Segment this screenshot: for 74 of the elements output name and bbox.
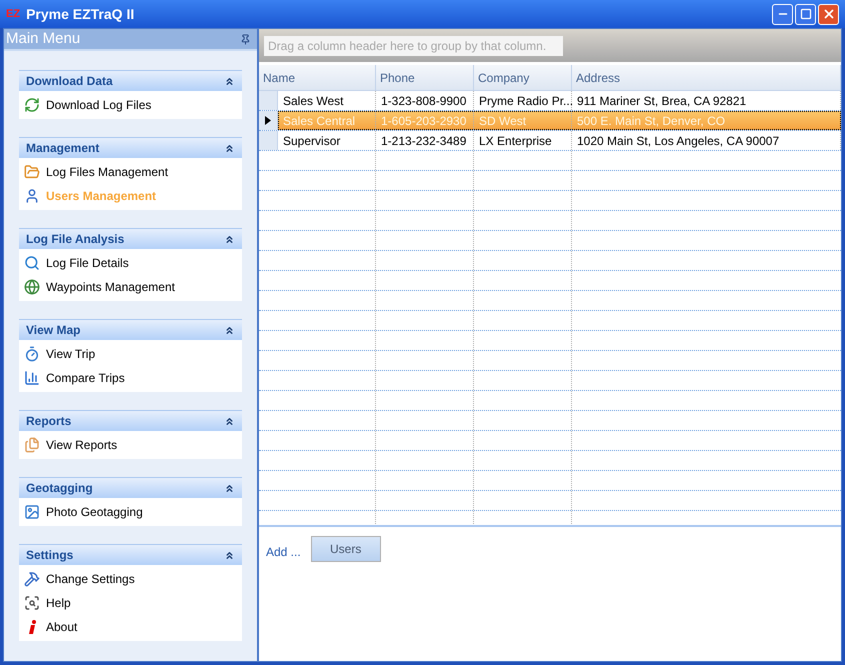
panel-title: Main Menu bbox=[6, 28, 80, 49]
menu-item[interactable]: Change Settings bbox=[19, 567, 242, 591]
table-row[interactable]: Supervisor 1-213-232-3489 LX Enterprise 1020 Main St, Los Angeles, CA 90007 bbox=[278, 131, 841, 150]
table-cell: 1-323-808-9900 bbox=[376, 91, 474, 110]
group-title: Log File Analysis bbox=[26, 231, 124, 248]
menu-item[interactable]: About bbox=[19, 615, 242, 639]
table-cell: 1020 Main St, Los Angeles, CA 90007 bbox=[572, 131, 841, 150]
table-cell: LX Enterprise bbox=[474, 131, 572, 150]
table-row[interactable]: Sales West 1-323-808-9900 Pryme Radio Pr... 911 Mariner St, Brea, CA 92821 bbox=[278, 91, 841, 110]
collapse-icon[interactable] bbox=[224, 550, 235, 560]
collapse-icon[interactable] bbox=[224, 416, 235, 426]
bar-chart-icon bbox=[24, 370, 40, 386]
user-icon bbox=[24, 188, 40, 204]
stopwatch-icon bbox=[24, 346, 40, 362]
group-header[interactable]: Management bbox=[19, 137, 242, 158]
group-header[interactable]: Settings bbox=[19, 544, 242, 565]
collapse-icon[interactable] bbox=[224, 234, 235, 244]
folder-icon bbox=[24, 164, 40, 180]
menu-item[interactable]: Photo Geotagging bbox=[19, 500, 242, 524]
menu-item[interactable]: Log Files Management bbox=[19, 160, 242, 184]
group-header[interactable]: View Map bbox=[19, 319, 242, 340]
collapse-icon[interactable] bbox=[224, 482, 235, 494]
collapse-icon[interactable] bbox=[224, 142, 235, 154]
search-icon bbox=[24, 255, 40, 271]
hammer-icon bbox=[24, 571, 40, 587]
column-header[interactable]: Name bbox=[259, 65, 376, 90]
collapse-icon[interactable] bbox=[224, 76, 235, 86]
group-title: Download Data bbox=[26, 73, 113, 90]
add-link[interactable]: Add ... bbox=[266, 543, 301, 561]
group-header[interactable]: Geotagging bbox=[19, 477, 242, 498]
photo-icon bbox=[24, 504, 40, 520]
group-header[interactable]: Download Data bbox=[19, 70, 242, 91]
table-cell: 1-605-203-2930 bbox=[376, 111, 474, 130]
menu-item[interactable]: Download Log Files bbox=[19, 93, 242, 117]
collapse-icon[interactable] bbox=[224, 324, 235, 336]
table-cell: Pryme Radio Pr... bbox=[474, 91, 572, 110]
app-logo: EZ bbox=[6, 6, 20, 22]
group-title: Geotagging bbox=[26, 480, 93, 497]
menu-item[interactable]: Log File Details bbox=[19, 251, 242, 275]
minimize-button[interactable] bbox=[772, 4, 793, 24]
table-cell: Sales West bbox=[278, 91, 376, 110]
close-icon bbox=[822, 7, 836, 21]
table-cell: SD West bbox=[474, 111, 572, 130]
table-cell: Supervisor bbox=[278, 131, 376, 150]
group-header[interactable]: Log File Analysis bbox=[19, 228, 242, 249]
column-header[interactable]: Company bbox=[474, 65, 572, 90]
table-cell: 500 E. Main St, Denver, CO bbox=[572, 111, 841, 130]
table-cell: Sales Central bbox=[278, 111, 376, 130]
table-cell: 911 Mariner St, Brea, CA 92821 bbox=[572, 91, 841, 110]
globe-icon bbox=[24, 279, 40, 295]
group-title: View Map bbox=[26, 322, 80, 339]
window-title: Pryme EZTraQ II bbox=[26, 4, 134, 24]
current-row-icon bbox=[265, 116, 271, 125]
menu-item[interactable]: Waypoints Management bbox=[19, 275, 242, 299]
magnifier-icon bbox=[24, 595, 40, 611]
refresh-icon bbox=[24, 97, 40, 113]
group-title: Management bbox=[26, 140, 100, 157]
documents-icon bbox=[24, 437, 40, 453]
menu-item[interactable]: Compare Trips bbox=[19, 366, 242, 390]
group-header[interactable]: Reports bbox=[19, 410, 242, 431]
users-button[interactable]: Users bbox=[310, 536, 381, 562]
close-button[interactable] bbox=[818, 4, 839, 24]
menu-item[interactable]: Help bbox=[19, 591, 242, 615]
column-header[interactable]: Address bbox=[572, 65, 841, 90]
table-cell: 1-213-232-3489 bbox=[376, 131, 474, 150]
menu-item[interactable]: View Trip bbox=[19, 342, 242, 366]
column-header[interactable]: Phone bbox=[376, 65, 474, 90]
group-title: Reports bbox=[26, 413, 72, 430]
menu-item[interactable]: View Reports bbox=[19, 433, 242, 457]
row-indicator[interactable] bbox=[259, 111, 278, 130]
pin-icon[interactable] bbox=[240, 34, 251, 44]
maximize-button[interactable] bbox=[795, 4, 816, 24]
group-title: Settings bbox=[26, 547, 74, 564]
maximize-icon bbox=[800, 8, 812, 20]
